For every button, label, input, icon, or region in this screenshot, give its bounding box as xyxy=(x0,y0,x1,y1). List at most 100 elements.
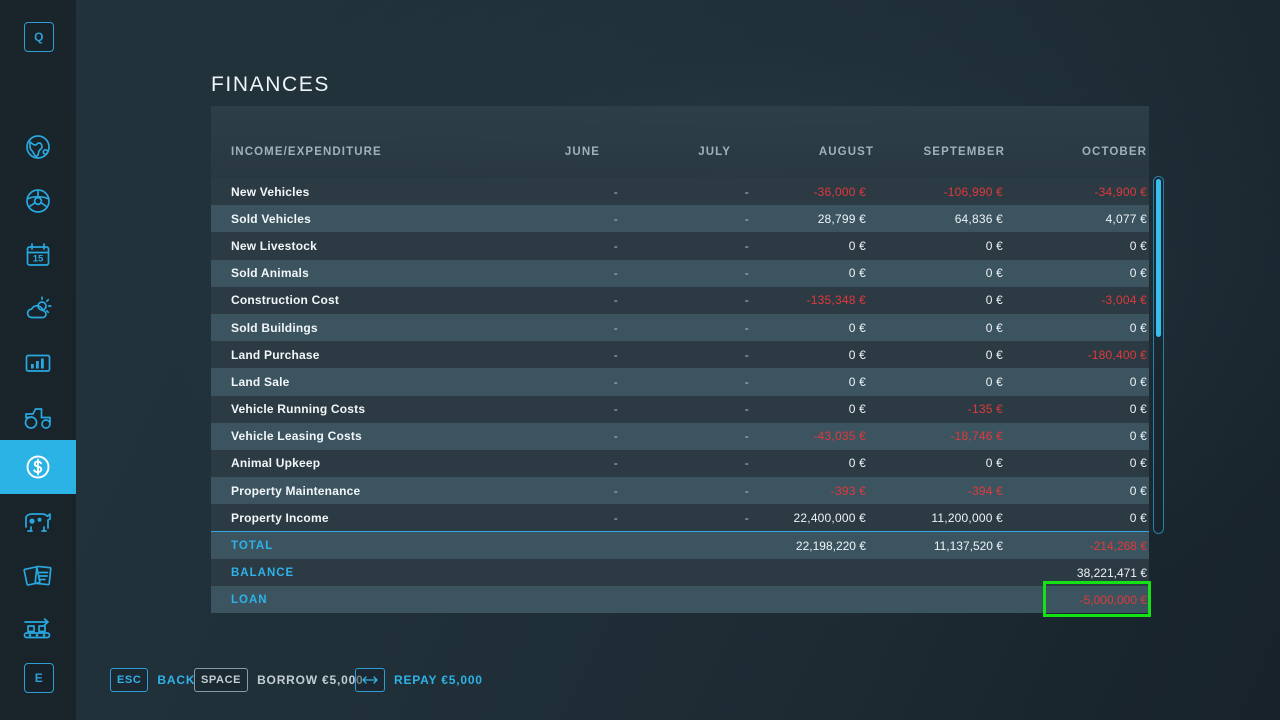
production-conveyor-icon xyxy=(20,613,56,645)
column-header-september: SEPTEMBER xyxy=(923,146,1005,158)
table-body: New Vehicles - - -36,000 € -106,990 € -34,900… xyxy=(211,178,1149,532)
row-label: New Vehicles xyxy=(231,184,310,199)
table-row: Construction Cost - - -135,348 € 0 € -3,004 € xyxy=(211,286,1149,314)
row-cell: - xyxy=(744,211,749,226)
column-header-august: AUGUST xyxy=(818,146,874,158)
bottom-hint-bar: ESC BACK SPACE BORROW €5,000 REPAY €5,00… xyxy=(0,664,1280,720)
row-cell: - xyxy=(613,320,618,335)
row-cell: - xyxy=(613,374,618,389)
table-row: Land Purchase - - 0 € 0 € -180,400 € xyxy=(211,341,1149,369)
hint-back[interactable]: ESC BACK xyxy=(110,664,195,696)
column-header-july: JULY xyxy=(698,146,731,158)
row-cell: - xyxy=(613,238,618,253)
summary-cell: -214,268 € xyxy=(1089,538,1147,553)
hint-back-label: BACK xyxy=(157,673,196,687)
row-label: New Livestock xyxy=(231,238,317,253)
row-label: Sold Vehicles xyxy=(231,211,311,226)
row-cell: 0 € xyxy=(848,402,866,417)
table-scrollbar[interactable] xyxy=(1153,176,1164,534)
cow-icon xyxy=(20,505,56,537)
row-cell: - xyxy=(744,374,749,389)
column-header-june: JUNE xyxy=(564,146,600,158)
row-cell: - xyxy=(744,320,749,335)
row-label: Property Income xyxy=(231,510,329,525)
contracts-papers-icon xyxy=(21,559,55,591)
weather-sun-cloud-icon xyxy=(22,293,54,325)
sidebar-item-contracts[interactable] xyxy=(0,548,76,602)
summary-cell: 22,198,220 € xyxy=(795,538,866,553)
table-row: Land Sale - - 0 € 0 € 0 € xyxy=(211,368,1149,396)
sidebar-item-vehicles[interactable] xyxy=(0,174,76,228)
sidebar-item-calendar[interactable]: 15 xyxy=(0,228,76,282)
table-row: Property Maintenance - - -393 € -394 € 0 € xyxy=(211,477,1149,505)
column-header-october: OCTOBER xyxy=(1082,146,1147,158)
row-cell: 0 € xyxy=(985,320,1003,335)
row-cell: -3,004 € xyxy=(1101,293,1147,308)
row-cell: 0 € xyxy=(1129,510,1147,525)
table-row: Property Income - - 22,400,000 € 11,200,000 … xyxy=(211,504,1149,532)
sidebar-item-production[interactable] xyxy=(0,602,76,656)
row-cell: - xyxy=(613,402,618,417)
summary-row-label: BALANCE xyxy=(231,566,295,579)
finances-table: INCOME/EXPENDITURE JUNE JULY AUGUST SEPT… xyxy=(211,106,1151,618)
row-cell: - xyxy=(613,510,618,525)
row-cell: 0 € xyxy=(1129,402,1147,417)
sidebar-item-weather[interactable] xyxy=(0,282,76,336)
summary-row-balance: BALANCE 38,221,471 € xyxy=(211,559,1149,587)
table-row: Animal Upkeep - - 0 € 0 € 0 € xyxy=(211,449,1149,478)
row-cell: 0 € xyxy=(848,238,866,253)
row-label: Sold Buildings xyxy=(231,320,318,335)
row-cell: 0 € xyxy=(1129,374,1147,389)
sidebar-item-animals[interactable] xyxy=(0,494,76,548)
row-cell: 11,200,000 € xyxy=(931,510,1003,525)
keycap-space: SPACE xyxy=(194,668,249,692)
row-cell: 0 € xyxy=(985,374,1003,389)
row-label: Sold Animals xyxy=(231,266,309,281)
row-cell: 0 € xyxy=(985,347,1003,362)
summary-cell: -5,000,000 € xyxy=(1079,592,1147,607)
scrollbar-thumb[interactable] xyxy=(1156,179,1161,337)
key-hint-q-label: Q xyxy=(34,30,44,44)
key-hint-q[interactable]: Q xyxy=(24,22,54,52)
summary-row-loan: LOAN -5,000,000 € xyxy=(211,581,1151,618)
sidebar-item-statistics[interactable] xyxy=(0,336,76,390)
hint-repay[interactable]: REPAY €5,000 xyxy=(355,664,483,696)
row-cell: 0 € xyxy=(1129,429,1147,444)
row-cell: - xyxy=(613,211,618,226)
sidebar-item-machinery[interactable] xyxy=(0,390,76,444)
row-label: Vehicle Leasing Costs xyxy=(231,429,362,444)
row-cell: 0 € xyxy=(848,456,866,471)
row-label: Construction Cost xyxy=(231,293,340,308)
row-cell: 0 € xyxy=(1129,320,1147,335)
hint-borrow[interactable]: SPACE BORROW €5,000 xyxy=(194,664,364,696)
table-row: Sold Buildings - - 0 € 0 € 0 € xyxy=(211,313,1149,342)
row-cell: -393 € xyxy=(830,483,866,498)
row-cell: 0 € xyxy=(848,347,866,362)
hint-repay-label: REPAY €5,000 xyxy=(394,673,483,687)
table-row: New Livestock - - 0 € 0 € 0 € xyxy=(211,232,1149,260)
row-cell: - xyxy=(744,456,749,471)
row-cell: 4,077 € xyxy=(1105,211,1147,226)
row-cell: 0 € xyxy=(848,374,866,389)
table-row: Sold Animals - - 0 € 0 € 0 € xyxy=(211,259,1149,287)
summary-cell: 38,221,471 € xyxy=(1076,565,1147,580)
sidebar-item-finances[interactable] xyxy=(0,440,76,494)
row-cell: - xyxy=(744,483,749,498)
row-cell: -106,990 € xyxy=(943,184,1003,199)
page-title: FINANCES xyxy=(211,73,330,96)
row-cell: - xyxy=(613,483,618,498)
row-label: Land Sale xyxy=(231,374,290,389)
row-cell: - xyxy=(744,347,749,362)
row-cell: - xyxy=(613,184,618,199)
keycap-esc: ESC xyxy=(110,668,149,692)
column-header-income-expenditure: INCOME/EXPENDITURE xyxy=(231,146,382,158)
sidebar-item-map[interactable] xyxy=(0,120,76,174)
svg-text:15: 15 xyxy=(33,254,44,265)
table-summary: TOTAL 22,198,220 € 11,137,520 € -214,268 € B… xyxy=(211,531,1151,618)
calendar-icon: 15 xyxy=(22,239,54,271)
hint-borrow-label: BORROW €5,000 xyxy=(257,673,364,687)
row-cell: - xyxy=(613,293,618,308)
row-cell: - xyxy=(744,429,749,444)
globe-map-icon xyxy=(22,131,54,163)
row-cell: 0 € xyxy=(985,456,1003,471)
